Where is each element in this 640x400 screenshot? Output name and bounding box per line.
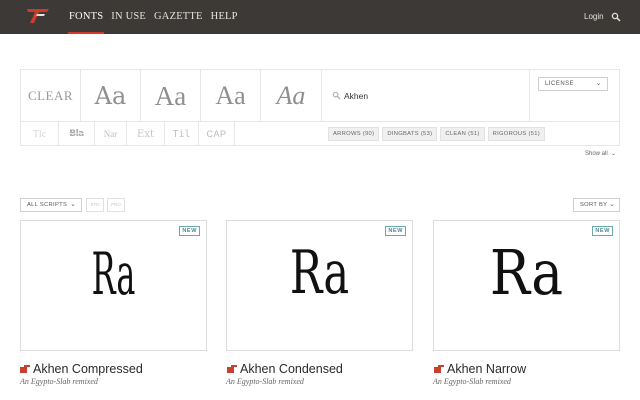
toggle-pro[interactable]: PRO <box>107 198 125 212</box>
font-sample: Ra <box>489 236 564 309</box>
font-title: Akhen Compressed <box>33 362 143 376</box>
sort-by-dropdown[interactable]: SORT BY ⌄ <box>573 198 620 212</box>
font-title-link[interactable]: Akhen Condensed <box>226 361 343 377</box>
filter-titling[interactable]: Til <box>165 122 199 146</box>
nav-in-use[interactable]: IN USE <box>111 0 146 34</box>
tag-dingbats[interactable]: DINGBATS (53) <box>382 127 438 141</box>
style-filter-serif-light[interactable]: Aa <box>201 70 261 122</box>
show-all-label: Show all <box>585 151 608 157</box>
logo-icon[interactable] <box>25 8 51 24</box>
license-label: LICENSE <box>545 81 575 87</box>
style-filter-clear[interactable]: CLEAR <box>21 70 81 122</box>
filter-extended[interactable]: Ext <box>127 122 165 146</box>
font-search-input[interactable] <box>344 88 524 104</box>
chevron-down-icon: ⌄ <box>609 151 617 157</box>
nav-gazette[interactable]: GAZETTE <box>154 0 203 34</box>
new-badge: NEW <box>385 226 406 236</box>
tag-arrows[interactable]: ARROWS (90) <box>328 127 380 141</box>
font-title: Akhen Narrow <box>447 362 527 376</box>
font-card-compressed[interactable]: NEW Ra <box>20 220 207 351</box>
chevron-down-icon: ⌄ <box>595 80 602 87</box>
font-search-box <box>322 70 530 122</box>
tag-clean[interactable]: CLEAN (51) <box>440 127 485 141</box>
nav-help[interactable]: HELP <box>211 0 238 34</box>
toggle-std[interactable]: STD <box>86 198 104 212</box>
style-filter-row: CLEAR Aa Aa Aa Aa LICENSE ⌄ <box>21 70 619 122</box>
new-badge: NEW <box>592 226 613 236</box>
all-scripts-label: ALL SCRIPTS <box>27 202 68 208</box>
style-filter-serif[interactable]: Aa <box>81 70 141 122</box>
show-all-link[interactable]: Show all ⌄ <box>585 150 616 157</box>
filter-black[interactable]: Bla <box>59 122 95 146</box>
main-nav: FONTS IN USE GAZETTE HELP <box>67 0 246 34</box>
filter-caps[interactable]: CAP <box>199 122 235 146</box>
pointing-hand-icon <box>227 365 237 373</box>
tag-rigorous[interactable]: RIGOROUS (51) <box>487 127 545 141</box>
pointing-hand-icon <box>434 365 444 373</box>
font-subtitle: An Egypto-Slab remixed <box>433 377 511 386</box>
font-title-link[interactable]: Akhen Narrow <box>433 361 526 377</box>
nav-fonts[interactable]: FONTS <box>67 0 105 34</box>
sort-by-label: SORT BY <box>580 202 608 208</box>
search-icon <box>332 91 341 100</box>
all-scripts-dropdown[interactable]: ALL SCRIPTS ⌄ <box>20 198 82 212</box>
filter-panel: CLEAR Aa Aa Aa Aa LICENSE ⌄ Tlc Bla Nar … <box>20 69 620 146</box>
font-sample: Ra <box>91 240 136 308</box>
font-card-condensed[interactable]: NEW Ra <box>226 220 413 351</box>
style-filter-slab[interactable]: Aa <box>141 70 201 122</box>
license-dropdown[interactable]: LICENSE ⌄ <box>538 77 608 91</box>
font-subtitle: An Egypto-Slab remixed <box>20 377 98 386</box>
new-badge: NEW <box>179 226 200 236</box>
top-navigation-bar: FONTS IN USE GAZETTE HELP Login <box>0 0 640 34</box>
font-title-link[interactable]: Akhen Compressed <box>19 361 143 377</box>
search-icon[interactable] <box>611 12 621 22</box>
pointing-hand-icon <box>20 365 30 373</box>
font-subtitle: An Egypto-Slab remixed <box>226 377 304 386</box>
style-filter-italic[interactable]: Aa <box>261 70 322 122</box>
tag-list: ARROWS (90) DINGBATS (53) CLEAN (51) RIG… <box>328 127 548 141</box>
width-filter-row: Tlc Bla Nar Ext Til CAP ARROWS (90) DING… <box>21 122 619 146</box>
font-sample: Ra <box>289 238 350 308</box>
font-title: Akhen Condensed <box>240 362 343 376</box>
chevron-down-icon: ⌄ <box>70 201 76 208</box>
login-link[interactable]: Login <box>584 0 604 34</box>
filter-text[interactable]: Tlc <box>21 122 59 146</box>
font-card-narrow[interactable]: NEW Ra <box>433 220 620 351</box>
chevron-down-icon: ⌄ <box>609 201 615 208</box>
filter-narrow[interactable]: Nar <box>95 122 127 146</box>
